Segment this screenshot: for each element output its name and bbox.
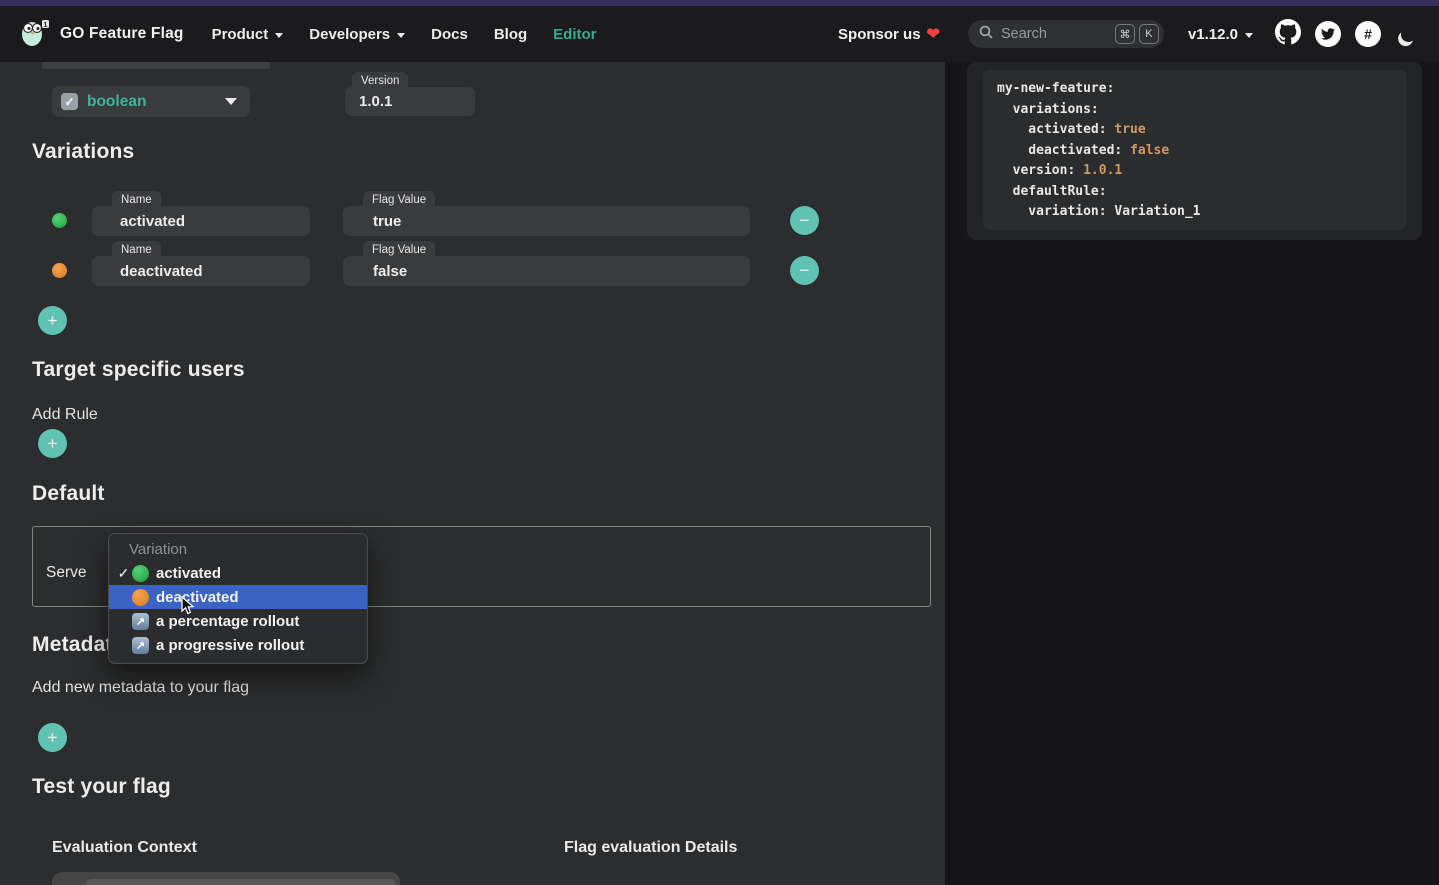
code-line: variation: Variation_1 [997,202,1393,223]
dropdown-item-activated[interactable]: ✓ activated [109,561,367,585]
go-feature-flag-editor-page: 1 GO Feature Flag Product Developers Doc… [0,0,1439,885]
yaml-preview-panel: my-new-feature: variations: activated: t… [967,62,1422,240]
add-metadata-button[interactable]: + [38,723,67,752]
remove-variation-button[interactable]: − [790,206,819,235]
rollout-arrow-icon: ↗ [132,637,149,654]
orange-dot-icon [52,263,67,278]
remove-variation-button[interactable]: − [790,256,819,285]
target-users-heading: Target specific users [32,358,245,382]
add-variation-button[interactable]: + [38,306,67,335]
slack-icon[interactable]: # [1355,21,1381,47]
chevron-down-icon [225,98,237,105]
code-line: deactivated: false [997,141,1393,162]
chevron-down-icon [397,33,405,38]
yaml-code-block[interactable]: my-new-feature: variations: activated: t… [983,70,1407,230]
default-heading: Default [32,482,105,506]
test-flag-heading: Test your flag [32,775,171,799]
orange-dot-icon [132,589,149,606]
nav-item-developers[interactable]: Developers [309,26,405,43]
cmd-keycap: ⌘ [1115,24,1135,44]
variation-name-input[interactable]: deactivated [92,256,310,286]
nav-item-blog[interactable]: Blog [494,26,527,43]
chevron-down-icon [1245,33,1253,38]
code-line: my-new-feature: [997,79,1393,100]
github-icon[interactable] [1275,19,1301,50]
svg-text:1: 1 [44,21,48,28]
checkbox-icon: ✓ [61,93,78,110]
nav-links: Product Developers Docs Blog Editor [212,26,597,43]
navbar: 1 GO Feature Flag Product Developers Doc… [0,6,1439,62]
code-line: activated: true [997,120,1393,141]
code-line: defaultRule: [997,182,1393,203]
flag-evaluation-details-heading: Flag evaluation Details [564,839,737,857]
dark-mode-icon[interactable] [1395,21,1421,47]
flag-type-value: boolean [87,93,225,111]
mouse-cursor-icon [181,596,195,615]
variation-name-input[interactable]: activated [92,206,310,236]
nav-item-product[interactable]: Product [212,26,284,43]
navbar-right: Sponsor us ❤ Search ⌘ K v1.12.0 [838,19,1421,50]
green-dot-icon [132,565,149,582]
gopher-logo-icon: 1 [18,16,50,53]
check-icon: ✓ [115,565,132,582]
search-placeholder: Search [1001,26,1111,42]
variation-value-input[interactable]: false [343,256,750,286]
twitter-icon[interactable] [1315,21,1341,47]
search-input[interactable]: Search ⌘ K [968,20,1164,48]
evaluation-context-editor-inner [86,879,396,885]
code-line: variations: [997,100,1393,121]
heart-icon: ❤ [927,24,940,44]
search-icon [979,25,993,44]
add-rule-label: Add Rule [32,406,98,424]
brand[interactable]: 1 GO Feature Flag [18,16,184,53]
dropdown-item-percentage-rollout[interactable]: ↗ a percentage rollout [109,609,367,633]
metadata-description: Add new metadata to your flag [32,679,249,697]
variations-heading: Variations [32,140,134,164]
scrolled-field-edge [42,62,270,69]
chevron-down-icon [275,33,283,38]
add-rule-button[interactable]: + [38,429,67,458]
evaluation-context-heading: Evaluation Context [52,839,197,857]
serve-label: Serve [46,564,87,582]
green-dot-icon [52,213,67,228]
nav-item-editor[interactable]: Editor [553,26,596,43]
dropdown-item-progressive-rollout[interactable]: ↗ a progressive rollout [109,633,367,657]
sponsor-link[interactable]: Sponsor us ❤ [838,24,940,44]
variation-value-input[interactable]: true [343,206,750,236]
nav-item-docs[interactable]: Docs [431,26,468,43]
variation-dropdown-menu: Variation ✓ activated deactivated ↗ a pe… [108,533,368,664]
version-input[interactable]: 1.0.1 [345,87,475,116]
dropdown-item-deactivated[interactable]: deactivated [109,585,367,609]
brand-title: GO Feature Flag [60,25,184,43]
code-line: version: 1.0.1 [997,161,1393,182]
rollout-arrow-icon: ↗ [132,613,149,630]
dropdown-header: Variation [109,539,367,561]
version-dropdown[interactable]: v1.12.0 [1188,26,1253,43]
flag-type-select[interactable]: ✓ boolean [52,86,250,117]
k-keycap: K [1139,24,1159,44]
